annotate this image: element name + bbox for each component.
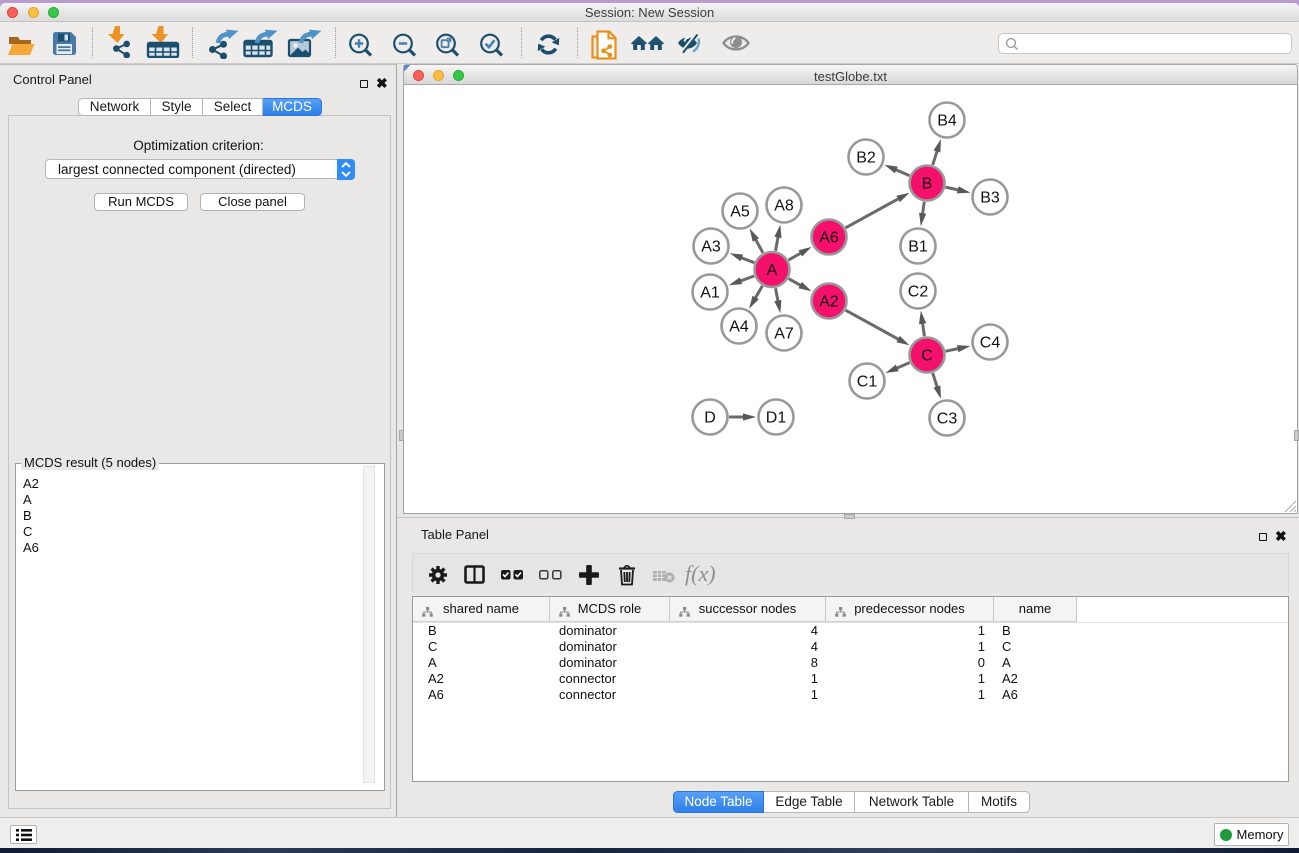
svg-text:A6: A6 [819, 230, 839, 247]
svg-text:B: B [922, 176, 933, 193]
svg-text:D: D [704, 410, 716, 427]
svg-text:C4: C4 [980, 335, 1001, 352]
svg-text:C1: C1 [857, 374, 878, 391]
svg-text:A: A [767, 262, 778, 279]
svg-text:B3: B3 [980, 190, 1000, 207]
svg-text:A3: A3 [701, 239, 721, 256]
svg-text:D1: D1 [766, 410, 787, 427]
svg-text:A5: A5 [730, 204, 750, 221]
svg-text:C3: C3 [937, 411, 958, 428]
svg-text:A2: A2 [819, 294, 839, 311]
svg-text:B2: B2 [856, 150, 876, 167]
svg-text:A8: A8 [774, 198, 794, 215]
svg-text:C: C [921, 348, 933, 365]
svg-text:B4: B4 [937, 113, 957, 130]
svg-text:A4: A4 [729, 319, 749, 336]
svg-text:A1: A1 [700, 285, 720, 302]
svg-text:C2: C2 [908, 284, 929, 301]
svg-text:B1: B1 [908, 239, 928, 256]
svg-text:A7: A7 [774, 326, 794, 343]
